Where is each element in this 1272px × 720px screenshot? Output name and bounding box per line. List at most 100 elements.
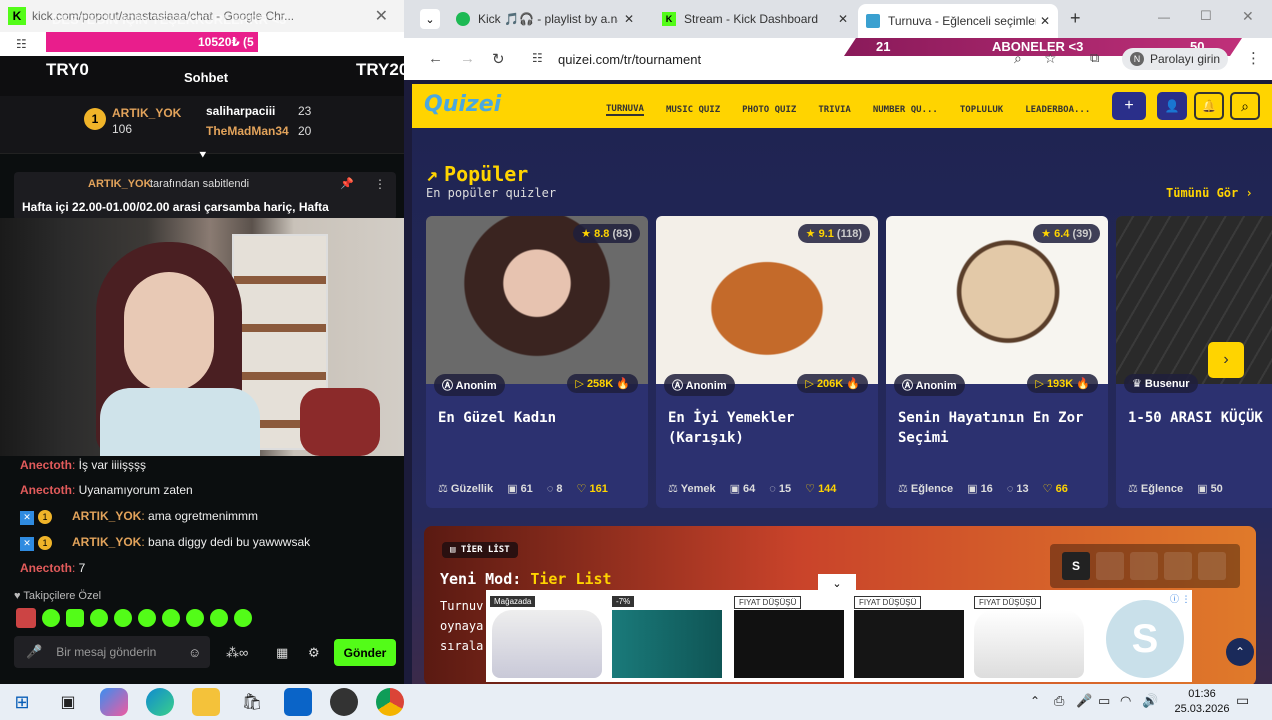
tab-spotify[interactable]: Kick 🎵🎧 - playlist by a.na... ✕: [450, 4, 646, 34]
quiz-card[interactable]: ★ 9.1 (118) Ⓐ Anonim ▷ 206K 🔥 En İyi Yem…: [656, 216, 878, 508]
obs-icon[interactable]: [330, 688, 358, 716]
extensions-icon[interactable]: ⧉: [1090, 50, 1099, 66]
tray-mic-icon[interactable]: 🎤: [1076, 693, 1092, 709]
leader-name[interactable]: saliharpaciii: [206, 104, 275, 118]
nav-item-number-quiz[interactable]: NUMBER QU...: [873, 105, 938, 115]
leader-name[interactable]: TheMadMan34: [206, 124, 289, 138]
see-all-link[interactable]: Tümünü Gör ›: [1166, 186, 1253, 200]
emote-icon[interactable]: [66, 609, 84, 627]
outlook-icon[interactable]: [284, 688, 312, 716]
minimize-icon[interactable]: —: [1158, 10, 1170, 24]
nav-item-photo-quiz[interactable]: PHOTO QUIZ: [742, 105, 796, 115]
tab-kick-dashboard[interactable]: K Stream - Kick Dashboard ✕: [656, 4, 850, 34]
emote-icon[interactable]: [16, 608, 36, 628]
gift-icon[interactable]: ⁂∞: [226, 645, 248, 661]
chat-username[interactable]: Anectoth: [20, 458, 72, 472]
quiz-card[interactable]: ★ 7. ♛ Busenur 1-50 ARASI KÜÇÜK BÜYÜĞE K…: [1116, 216, 1272, 508]
mic-icon[interactable]: 🎤: [26, 644, 42, 660]
send-button[interactable]: Gönder: [334, 639, 396, 666]
tab-list-icon[interactable]: ⌄: [420, 9, 440, 29]
collapse-arrow-icon[interactable]: ⯆: [198, 148, 208, 163]
close-window-icon[interactable]: ✕: [1242, 8, 1254, 25]
store-icon[interactable]: ▦: [276, 645, 288, 661]
emote-icon[interactable]: [90, 609, 108, 627]
site-info-icon[interactable]: ☷: [532, 51, 543, 65]
leader-name[interactable]: ARTIK_YOK: [112, 106, 181, 120]
quiz-card[interactable]: ★ 8.8 (83) Ⓐ Anonim ▷ 258K 🔥 En Güzel Ka…: [426, 216, 648, 508]
zoom-icon[interactable]: ⌕: [1014, 50, 1022, 67]
reload-icon[interactable]: ↻: [492, 50, 505, 68]
emote-icon[interactable]: [234, 609, 252, 627]
chat-username[interactable]: Anectoth: [20, 483, 72, 497]
toolbar: ← → ↻ ☷ quizei.com/tr/tournament 21 ABON…: [404, 38, 1272, 80]
leader-count: 23: [298, 104, 312, 118]
scroll-top-icon[interactable]: ⌃: [1226, 638, 1254, 666]
gear-icon[interactable]: ⚙: [308, 645, 320, 661]
quiz-card[interactable]: ★ 6.4 (39) Ⓐ Anonim ▷ 193K 🔥 Senin Hayat…: [886, 216, 1108, 508]
wifi-icon[interactable]: ◠: [1120, 693, 1131, 709]
ad-info-icon[interactable]: ⓘ ⋮: [1170, 592, 1191, 605]
edge-icon[interactable]: [146, 688, 174, 716]
ad-banner[interactable]: ⌄ Mağazada -7% FIYAT DÜŞÜŞÜ FIYAT DÜŞÜŞÜ…: [486, 574, 1192, 682]
ad-product: [974, 610, 1084, 678]
close-icon[interactable]: ✕: [375, 6, 388, 26]
site-settings-icon[interactable]: ☷: [16, 37, 27, 51]
tab-turnuva[interactable]: Turnuva - Eğlenceli seçimler... ✕: [858, 4, 1058, 38]
url-text[interactable]: quizei.com/tr/tournament: [558, 52, 701, 67]
tier-slot-empty: [1130, 552, 1158, 580]
webcam-feed: [0, 218, 404, 456]
chat-username[interactable]: ARTIK_YOK: [72, 535, 141, 549]
quizei-logo[interactable]: Quizei: [424, 92, 501, 117]
emote-icon[interactable]: [210, 609, 228, 627]
notification-icon[interactable]: ▭: [1236, 692, 1249, 709]
more-icon[interactable]: ⋮: [374, 177, 386, 191]
bell-icon[interactable]: 🔔: [1194, 92, 1224, 120]
emote-icon[interactable]: [138, 609, 156, 627]
battery-icon[interactable]: ▭: [1098, 693, 1110, 709]
leader-count: 106: [112, 122, 133, 136]
store-icon[interactable]: 🛍: [238, 688, 266, 716]
add-button[interactable]: +: [1112, 92, 1146, 120]
tray-device-icon[interactable]: ⎙: [1054, 693, 1064, 709]
menu-icon[interactable]: ⋮: [1246, 49, 1261, 67]
emote-icon[interactable]: [114, 609, 132, 627]
nav-item-turnuva[interactable]: TURNUVA: [606, 104, 644, 116]
user-icon[interactable]: 👤: [1157, 92, 1187, 120]
tray-chevron-icon[interactable]: ⌃: [1030, 694, 1040, 708]
emoji-icon[interactable]: ☺: [188, 645, 201, 660]
nav-item-leaderboard[interactable]: LEADERBOA...: [1025, 105, 1090, 115]
chat-username[interactable]: ARTIK_YOK: [72, 509, 141, 523]
windows-start-icon[interactable]: ⊞: [8, 688, 36, 716]
emote-icon[interactable]: [186, 609, 204, 627]
clock[interactable]: 01:36 25.03.2026: [1172, 687, 1232, 717]
chat-input[interactable]: 🎤 Bir mesaj gönderin: [14, 636, 210, 668]
nav-item-trivia[interactable]: TRIVIA: [818, 105, 851, 115]
close-icon[interactable]: ✕: [624, 12, 634, 26]
emote-icon[interactable]: [42, 609, 60, 627]
maximize-icon[interactable]: ☐: [1200, 8, 1212, 24]
file-explorer-icon[interactable]: [192, 688, 220, 716]
task-view-icon[interactable]: ▣: [54, 688, 82, 716]
close-icon[interactable]: ✕: [1040, 14, 1050, 28]
collapse-ad-icon[interactable]: ⌄: [818, 574, 856, 592]
close-icon[interactable]: ✕: [838, 12, 848, 26]
chat-text: 7: [78, 561, 86, 575]
forward-icon[interactable]: →: [460, 50, 475, 67]
nav-item-topluluk[interactable]: TOPLULUK: [960, 105, 1003, 115]
volume-icon[interactable]: 🔊: [1142, 693, 1158, 709]
new-tab-icon[interactable]: +: [1070, 8, 1081, 29]
chrome-icon[interactable]: [376, 688, 404, 716]
pin-icon[interactable]: 📌: [340, 177, 354, 190]
nav-item-music-quiz[interactable]: MUSIC QUIZ: [666, 105, 720, 115]
chat-username[interactable]: Anectoth: [20, 561, 72, 575]
ad-label: FIYAT DÜŞÜŞÜ: [854, 596, 922, 609]
chat-input-placeholder: Bir mesaj gönderin: [56, 645, 157, 659]
profile-button[interactable]: N Parolayı girin: [1122, 48, 1229, 70]
star-icon[interactable]: ☆: [1044, 50, 1057, 67]
search-icon[interactable]: ⌕: [1230, 92, 1260, 120]
rating-badge: ★ 8.8 (83): [573, 224, 640, 243]
back-icon[interactable]: ←: [428, 50, 443, 67]
emote-icon[interactable]: [162, 609, 180, 627]
copilot-icon[interactable]: [100, 688, 128, 716]
next-arrow-icon[interactable]: ›: [1208, 342, 1244, 378]
